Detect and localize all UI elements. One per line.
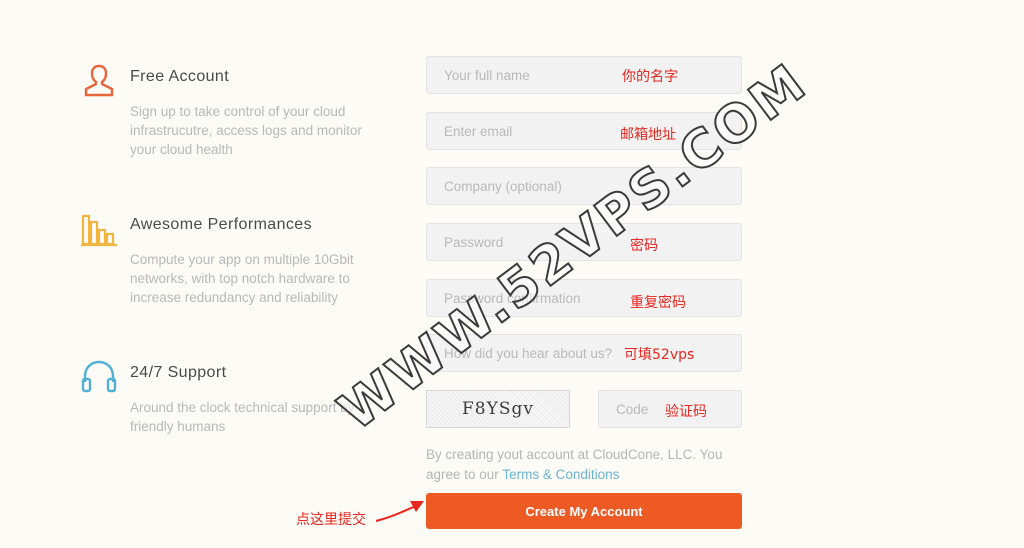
password-input[interactable] xyxy=(427,224,741,260)
user-icon xyxy=(80,62,118,100)
full-name-field xyxy=(426,56,742,94)
terms-notice: By creating yout account at CloudCone, L… xyxy=(426,445,746,485)
submit-annotation: 点这里提交 xyxy=(296,512,366,528)
headphones-icon xyxy=(80,358,118,396)
feature-title: Free Account xyxy=(130,68,230,85)
bar-chart-icon xyxy=(80,210,118,248)
terms-link[interactable]: Terms & Conditions xyxy=(502,467,619,482)
email-input[interactable] xyxy=(427,113,741,149)
company-input[interactable] xyxy=(427,168,741,204)
create-account-button[interactable]: Create My Account xyxy=(426,493,742,529)
referral-annotation: 可填52vps xyxy=(624,347,695,363)
password-field xyxy=(426,223,742,261)
password-confirm-annotation: 重复密码 xyxy=(630,295,686,311)
company-field xyxy=(426,167,742,205)
code-annotation: 验证码 xyxy=(665,404,707,420)
feature-description: Sign up to take control of your cloud in… xyxy=(130,104,362,157)
referral-field xyxy=(426,334,742,372)
arrow-icon xyxy=(375,501,424,522)
feature-description: Around the clock technical support by fr… xyxy=(130,400,355,434)
feature-title: Awesome Performances xyxy=(130,216,312,233)
full-name-input[interactable] xyxy=(427,57,741,93)
password-annotation: 密码 xyxy=(630,238,658,254)
captcha-image: F8YSgv xyxy=(426,390,570,428)
password-confirm-input[interactable] xyxy=(427,280,741,316)
full-name-annotation: 你的名字 xyxy=(622,69,678,85)
email-field xyxy=(426,112,742,150)
email-annotation: 邮箱地址 xyxy=(620,127,676,143)
feature-description: Compute your app on multiple 10Gbit netw… xyxy=(130,252,354,305)
password-confirm-field xyxy=(426,279,742,317)
feature-title: 24/7 Support xyxy=(130,364,227,381)
